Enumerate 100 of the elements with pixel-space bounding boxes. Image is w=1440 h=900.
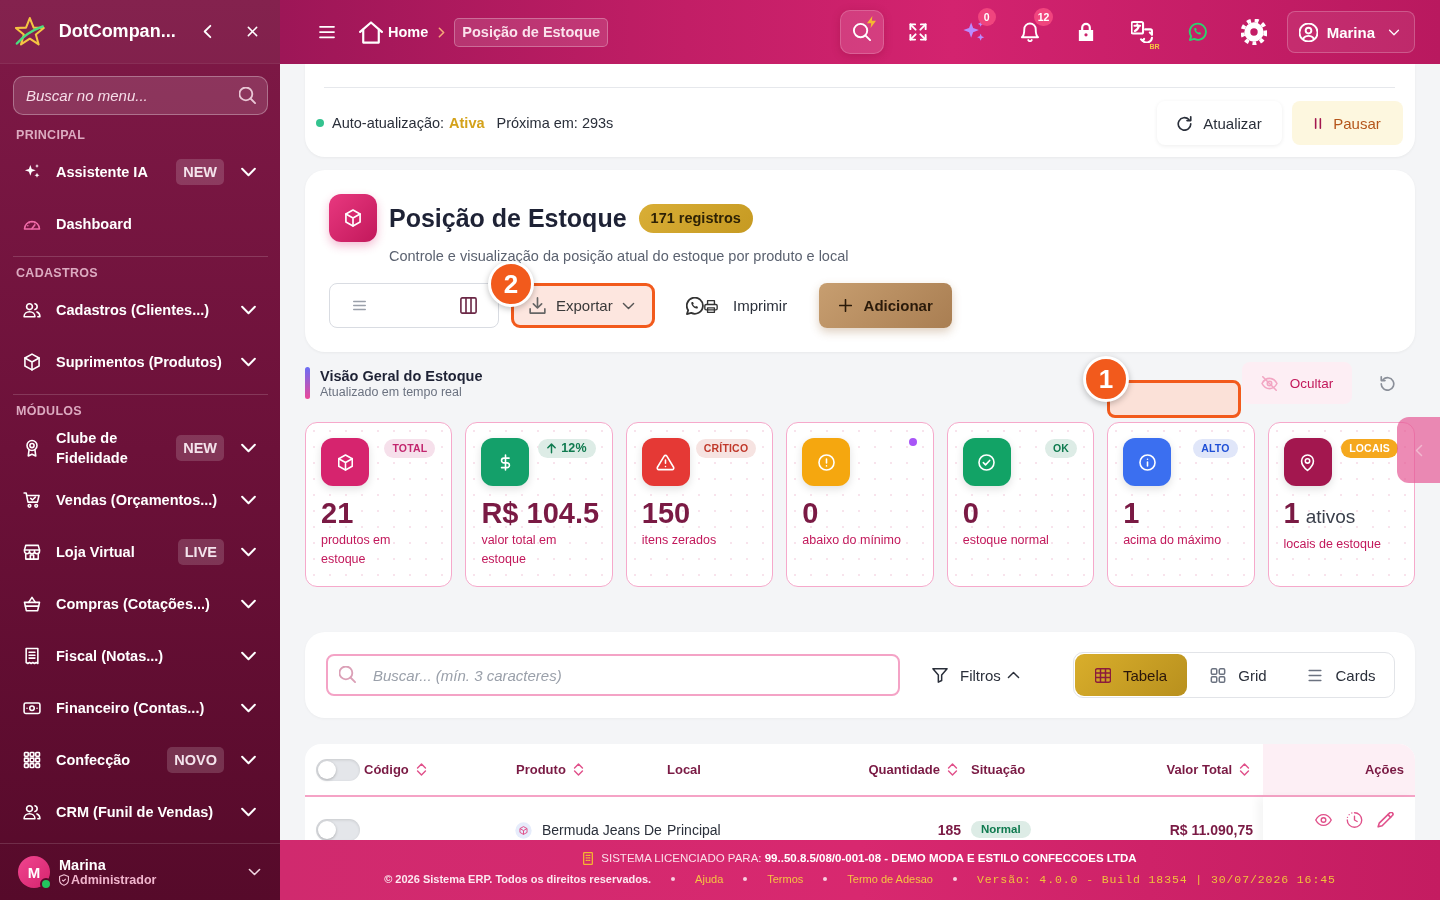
chevron-down-icon xyxy=(1388,28,1400,36)
next-refresh-text: Próxima em: 293s xyxy=(496,115,614,131)
status-badge: TOTAL xyxy=(384,439,436,458)
callout-number: 1 xyxy=(1083,356,1129,402)
chevron-left-icon xyxy=(202,24,212,39)
star-logo-icon xyxy=(15,15,45,48)
add-button[interactable]: Adicionar xyxy=(819,283,953,328)
search-icon xyxy=(851,22,872,42)
people-icon xyxy=(22,802,42,822)
expand-arrows-icon xyxy=(907,22,928,42)
refresh-button[interactable]: Atualizar xyxy=(1157,101,1282,145)
shield-icon xyxy=(59,874,69,886)
building-icon xyxy=(583,851,594,865)
breadcrumb-link[interactable]: Home xyxy=(359,20,429,44)
assistant-button[interactable]: 0 xyxy=(951,10,996,54)
status-badge: ALTO xyxy=(1193,439,1238,458)
user-avatar[interactable]: M xyxy=(18,856,50,888)
search-icon xyxy=(239,87,256,104)
record-count-badge: 171 registros xyxy=(638,203,753,233)
sort-icon xyxy=(572,763,584,776)
location-cell: Principal xyxy=(667,823,721,838)
status-badge: LOCAIS xyxy=(1341,439,1398,458)
chevron-right-icon xyxy=(438,26,446,38)
menu-item[interactable]: CRM (Funil de Vendas) xyxy=(22,802,224,822)
view-tab[interactable]: Tabela xyxy=(1075,654,1187,696)
hide-button[interactable]: Ocultar xyxy=(1242,362,1352,404)
menu-item[interactable]: Assistente IA xyxy=(22,162,169,182)
stat-label: acima do máximo xyxy=(1123,532,1223,549)
bell-icon xyxy=(1019,22,1040,42)
stat-value: 1 xyxy=(1123,496,1140,530)
accent-bar xyxy=(305,367,310,399)
stat-unit: ativos xyxy=(1305,506,1356,528)
notifications-button[interactable]: 12 xyxy=(1007,10,1052,54)
stat-label: abaixo do mínimo xyxy=(802,532,902,549)
menu-item[interactable]: Vendas (Orçamentos...) xyxy=(22,490,224,510)
printer-icon xyxy=(704,300,718,313)
status-badge: Normal xyxy=(971,821,1031,838)
eye-icon[interactable] xyxy=(1315,812,1332,828)
stat-value: 150 xyxy=(641,496,691,530)
menu-item[interactable]: Clube de Fidelidade xyxy=(22,428,169,468)
funnel-icon xyxy=(932,667,948,683)
breadcrumb-current: Posição de Estoque xyxy=(454,17,609,47)
page-subtitle: Controle e visualização da posição atual do estoque por produto e local xyxy=(389,248,850,264)
chevron-down-icon[interactable] xyxy=(248,868,261,876)
menu-item[interactable]: Confecção xyxy=(22,750,160,770)
close-icon xyxy=(246,26,258,37)
copyright-text: © 2026 Sistema ERP. Todos os direitos reservados. xyxy=(384,873,652,885)
lightning-icon xyxy=(866,16,876,28)
section-heading: MÓDULOS xyxy=(15,403,83,419)
view-tab[interactable]: Grid xyxy=(1187,654,1290,696)
refresh-icon xyxy=(1177,115,1193,131)
stat-label: itens zerados xyxy=(641,532,718,549)
side-panel-handle[interactable] xyxy=(1397,417,1440,483)
column-header[interactable]: Valor Total xyxy=(1120,744,1263,795)
stat-label: locais de estoque xyxy=(1283,536,1382,553)
box-icon xyxy=(22,352,42,372)
toggle-switch[interactable] xyxy=(316,819,360,840)
product-thumbnail-icon xyxy=(515,822,532,839)
list-icon[interactable] xyxy=(353,300,366,311)
translate-icon xyxy=(1130,21,1153,43)
columns-icon[interactable] xyxy=(460,297,477,314)
table-icon xyxy=(1094,667,1111,683)
sort-icon xyxy=(1239,763,1250,776)
menu-item[interactable]: Fiscal (Notas...) xyxy=(22,646,224,666)
auto-refresh-status: Ativa xyxy=(449,115,485,131)
column-header[interactable]: Código xyxy=(360,744,512,795)
column-header[interactable]: Quantidade xyxy=(820,744,967,795)
user-menu-button[interactable]: Marina xyxy=(1286,11,1415,53)
filters-button[interactable]: Filtros xyxy=(932,655,1020,695)
menu-item[interactable]: Dashboard xyxy=(22,214,257,234)
product-name: Bermuda Jeans De xyxy=(542,823,662,838)
column-header[interactable]: Produto xyxy=(512,744,663,795)
menu-item[interactable]: Cadastros (Clientes...) xyxy=(22,300,224,320)
stat-value: R$ 104.5 xyxy=(481,496,600,530)
view-tab[interactable]: Cards xyxy=(1290,654,1393,696)
status-badge: CRÍTICO xyxy=(695,439,757,458)
pause-button[interactable]: Pausar xyxy=(1292,101,1403,145)
basket-icon xyxy=(22,594,42,614)
menu-icon xyxy=(319,25,335,39)
column-header: Ações xyxy=(1263,744,1415,795)
menu-item[interactable]: Financeiro (Contas...) xyxy=(22,698,224,718)
box-icon xyxy=(329,194,377,242)
sort-icon xyxy=(415,763,427,776)
arrow-up-icon xyxy=(547,443,557,454)
menu-item[interactable]: Compras (Cotações...) xyxy=(22,594,224,614)
menu-badge: NEW xyxy=(176,435,224,461)
download-icon xyxy=(529,297,546,314)
menu-item[interactable]: Loja Virtual xyxy=(22,542,170,562)
storefront-icon xyxy=(22,542,42,562)
search-field[interactable]: Buscar... (mín. 3 caracteres) xyxy=(326,654,900,696)
menu-badge: NOVO xyxy=(167,747,224,773)
menu-item[interactable]: Suprimentos (Produtos) xyxy=(22,352,224,372)
print-button[interactable]: Imprimir xyxy=(686,283,788,328)
toggle-switch[interactable] xyxy=(316,758,360,781)
pencil-icon[interactable] xyxy=(1377,812,1394,828)
chat-bubble-icon xyxy=(1187,22,1208,42)
stat-label: produtos em estoque xyxy=(321,532,392,568)
search-button[interactable] xyxy=(839,10,884,54)
clock-icon[interactable] xyxy=(1346,812,1363,828)
receipt-icon xyxy=(22,646,42,666)
